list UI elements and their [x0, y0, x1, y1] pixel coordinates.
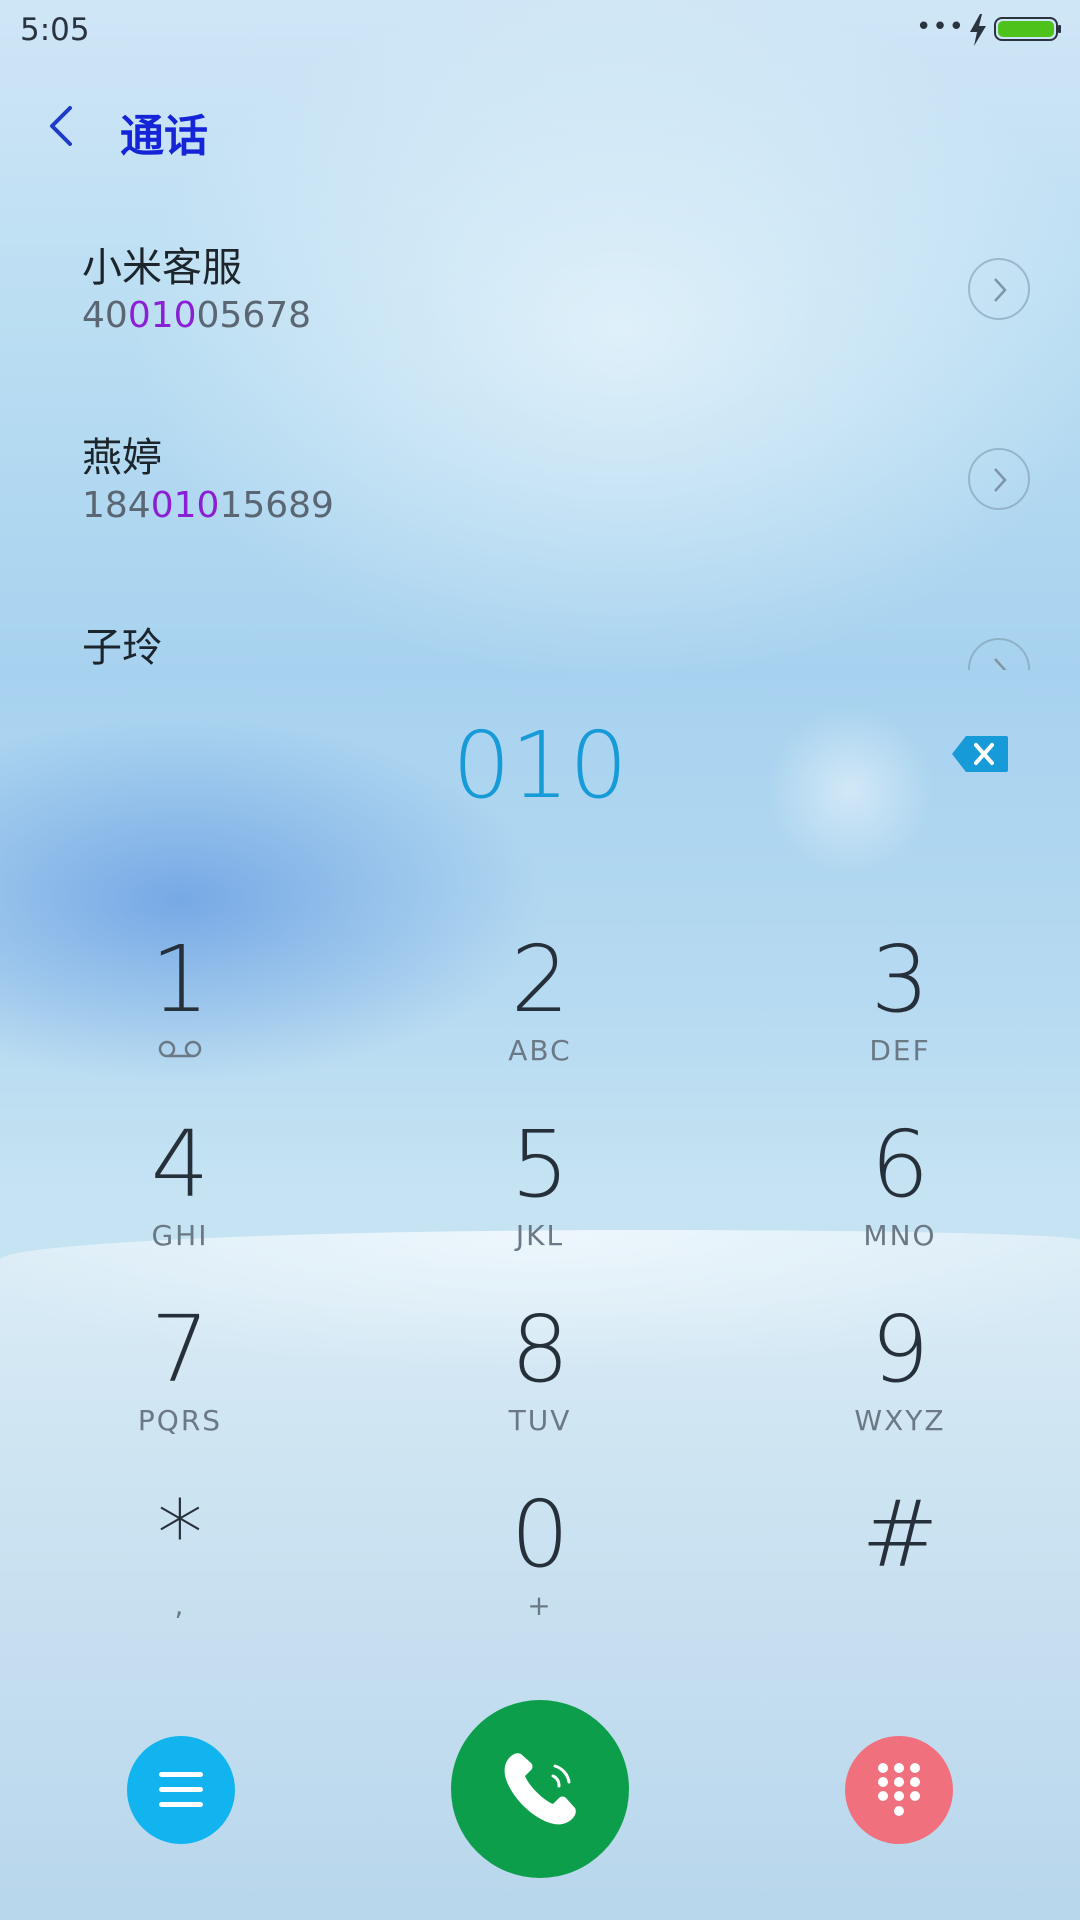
contact-name: 子玲: [82, 625, 162, 670]
dialpad-icon: [878, 1763, 920, 1816]
backspace-icon: [952, 736, 1008, 772]
voicemail-icon: [158, 1040, 202, 1058]
contact-item[interactable]: 燕婷 18401015689: [0, 390, 1080, 560]
key-letters: DEF: [869, 1034, 931, 1067]
status-bar: 5:05 •••: [0, 0, 1080, 62]
dialpad: 1 2 ABC 3 DEF 4 GHI 5 JKL 6 MNO 7 PQRS 8…: [0, 930, 1080, 1670]
key-5[interactable]: 5 JKL: [390, 1115, 690, 1285]
key-letters: ABC: [508, 1034, 572, 1067]
chevron-left-icon: [50, 106, 72, 146]
key-0[interactable]: 0 +: [390, 1485, 690, 1655]
call-button[interactable]: [451, 1700, 629, 1878]
key-digit: 4: [150, 1111, 210, 1218]
page-title: 通话: [120, 111, 208, 162]
key-letters: GHI: [151, 1219, 209, 1252]
dialer-screen: 5:05 ••• 通话 小米客服 4001005678 燕婷 184010156…: [0, 0, 1080, 1920]
chevron-right-icon: [994, 658, 1007, 670]
contact-name: 燕婷: [82, 435, 162, 481]
key-2[interactable]: 2 ABC: [390, 930, 690, 1100]
key-digit: 5: [510, 1111, 570, 1218]
key-digit: 0: [510, 1481, 570, 1588]
contact-suggestion-list[interactable]: 小米客服 4001005678 燕婷 18401015689 子玲: [0, 200, 1080, 670]
key-letters: JKL: [515, 1219, 565, 1252]
key-digit: 7: [150, 1296, 210, 1403]
key-hash[interactable]: #: [750, 1485, 1050, 1655]
key-digit: 3: [870, 926, 930, 1033]
phone-icon: [504, 1753, 576, 1825]
chevron-right-icon: [994, 278, 1007, 302]
contact-number: 4001005678: [82, 295, 312, 336]
status-time: 5:05: [20, 12, 90, 48]
key-star[interactable]: * ,: [30, 1485, 330, 1655]
charging-icon: [970, 14, 986, 46]
chevron-right-icon: [994, 468, 1007, 492]
key-digit: #: [861, 1481, 939, 1588]
menu-icon: [159, 1772, 203, 1807]
key-letters: WXYZ: [854, 1404, 946, 1437]
key-8[interactable]: 8 TUV: [390, 1300, 690, 1470]
key-digit: 8: [510, 1296, 570, 1403]
battery-icon: [994, 17, 1061, 41]
contact-number: 18401015689: [82, 485, 334, 526]
key-1[interactable]: 1: [30, 930, 330, 1100]
dial-input: 010: [452, 712, 628, 819]
key-6[interactable]: 6 MNO: [750, 1115, 1050, 1285]
back-button[interactable]: [40, 100, 84, 152]
key-digit: 1: [150, 926, 210, 1033]
key-letters: MNO: [863, 1219, 937, 1252]
key-digit: 9: [870, 1296, 930, 1403]
key-letters: +: [527, 1589, 553, 1622]
key-9[interactable]: 9 WXYZ: [750, 1300, 1050, 1470]
key-4[interactable]: 4 GHI: [30, 1115, 330, 1285]
key-digit: *: [157, 1481, 203, 1588]
contact-item[interactable]: 子玲: [0, 580, 1080, 670]
contact-name: 小米客服: [82, 245, 242, 291]
key-letters: [750, 1589, 1050, 1623]
menu-button[interactable]: [127, 1736, 235, 1844]
more-indicator: •••: [916, 12, 966, 42]
delete-button[interactable]: [950, 734, 1010, 774]
key-letters: PQRS: [137, 1404, 223, 1437]
key-3[interactable]: 3 DEF: [750, 930, 1050, 1100]
key-letters: TUV: [508, 1404, 572, 1437]
contact-item[interactable]: 小米客服 4001005678: [0, 200, 1080, 370]
key-digit: 2: [510, 926, 570, 1033]
contact-detail-button[interactable]: [968, 638, 1030, 670]
dialpad-toggle-button[interactable]: [845, 1736, 953, 1844]
contact-detail-button[interactable]: [968, 258, 1030, 320]
key-digit: 6: [870, 1111, 930, 1218]
key-letters: ,: [174, 1589, 186, 1622]
key-7[interactable]: 7 PQRS: [30, 1300, 330, 1470]
contact-detail-button[interactable]: [968, 448, 1030, 510]
